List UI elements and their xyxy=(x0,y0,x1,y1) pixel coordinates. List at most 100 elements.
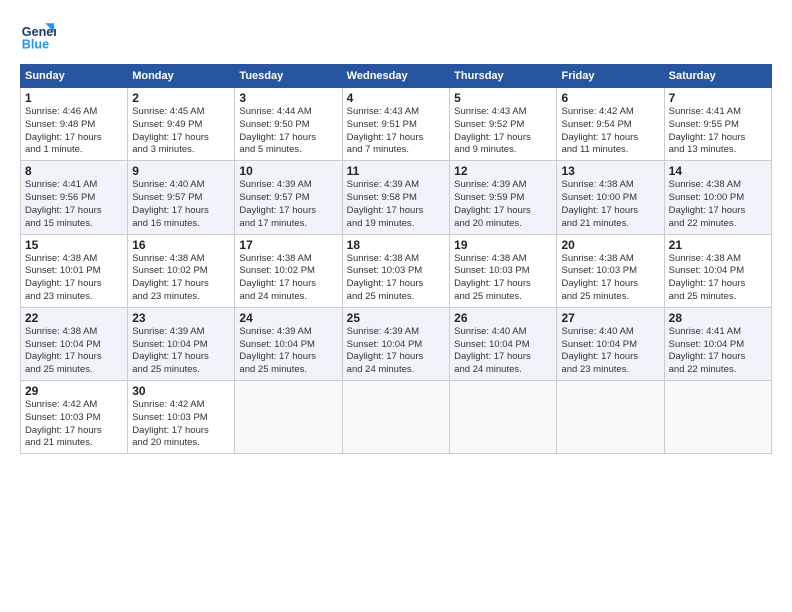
day-cell: 28Sunrise: 4:41 AMSunset: 10:04 PMDaylig… xyxy=(664,307,771,380)
day-number: 16 xyxy=(132,238,230,252)
day-cell: 30Sunrise: 4:42 AMSunset: 10:03 PMDaylig… xyxy=(128,381,235,454)
day-number: 18 xyxy=(347,238,445,252)
day-cell xyxy=(450,381,557,454)
day-info: Sunrise: 4:38 AMSunset: 10:01 PMDaylight… xyxy=(25,253,123,304)
day-cell: 16Sunrise: 4:38 AMSunset: 10:02 PMDaylig… xyxy=(128,234,235,307)
day-number: 27 xyxy=(561,311,659,325)
day-number: 12 xyxy=(454,164,552,178)
day-info: Sunrise: 4:39 AMSunset: 9:58 PMDaylight:… xyxy=(347,179,445,230)
day-info: Sunrise: 4:38 AMSunset: 10:02 PMDaylight… xyxy=(239,253,337,304)
week-row-2: 8Sunrise: 4:41 AMSunset: 9:56 PMDaylight… xyxy=(21,161,772,234)
day-cell: 11Sunrise: 4:39 AMSunset: 9:58 PMDayligh… xyxy=(342,161,449,234)
day-info: Sunrise: 4:43 AMSunset: 9:51 PMDaylight:… xyxy=(347,106,445,157)
day-cell: 4Sunrise: 4:43 AMSunset: 9:51 PMDaylight… xyxy=(342,88,449,161)
day-info: Sunrise: 4:41 AMSunset: 9:55 PMDaylight:… xyxy=(669,106,767,157)
calendar-table: SundayMondayTuesdayWednesdayThursdayFrid… xyxy=(20,64,772,454)
day-cell xyxy=(557,381,664,454)
day-info: Sunrise: 4:38 AMSunset: 10:03 PMDaylight… xyxy=(347,253,445,304)
day-info: Sunrise: 4:42 AMSunset: 10:03 PMDaylight… xyxy=(25,399,123,450)
day-number: 25 xyxy=(347,311,445,325)
day-info: Sunrise: 4:44 AMSunset: 9:50 PMDaylight:… xyxy=(239,106,337,157)
day-number: 5 xyxy=(454,91,552,105)
col-header-monday: Monday xyxy=(128,65,235,88)
day-number: 26 xyxy=(454,311,552,325)
page: General Blue SundayMondayTuesdayWednesda… xyxy=(0,0,792,612)
day-number: 1 xyxy=(25,91,123,105)
day-number: 21 xyxy=(669,238,767,252)
day-cell: 14Sunrise: 4:38 AMSunset: 10:00 PMDaylig… xyxy=(664,161,771,234)
day-number: 14 xyxy=(669,164,767,178)
day-info: Sunrise: 4:39 AMSunset: 10:04 PMDaylight… xyxy=(239,326,337,377)
week-row-5: 29Sunrise: 4:42 AMSunset: 10:03 PMDaylig… xyxy=(21,381,772,454)
day-cell xyxy=(664,381,771,454)
day-number: 4 xyxy=(347,91,445,105)
day-number: 13 xyxy=(561,164,659,178)
col-header-friday: Friday xyxy=(557,65,664,88)
day-info: Sunrise: 4:39 AMSunset: 10:04 PMDaylight… xyxy=(132,326,230,377)
day-cell: 9Sunrise: 4:40 AMSunset: 9:57 PMDaylight… xyxy=(128,161,235,234)
day-info: Sunrise: 4:38 AMSunset: 10:00 PMDaylight… xyxy=(561,179,659,230)
day-info: Sunrise: 4:41 AMSunset: 9:56 PMDaylight:… xyxy=(25,179,123,230)
day-number: 19 xyxy=(454,238,552,252)
day-info: Sunrise: 4:38 AMSunset: 10:03 PMDaylight… xyxy=(454,253,552,304)
day-cell: 6Sunrise: 4:42 AMSunset: 9:54 PMDaylight… xyxy=(557,88,664,161)
day-cell: 13Sunrise: 4:38 AMSunset: 10:00 PMDaylig… xyxy=(557,161,664,234)
week-row-3: 15Sunrise: 4:38 AMSunset: 10:01 PMDaylig… xyxy=(21,234,772,307)
week-row-4: 22Sunrise: 4:38 AMSunset: 10:04 PMDaylig… xyxy=(21,307,772,380)
day-cell: 3Sunrise: 4:44 AMSunset: 9:50 PMDaylight… xyxy=(235,88,342,161)
day-cell: 29Sunrise: 4:42 AMSunset: 10:03 PMDaylig… xyxy=(21,381,128,454)
day-info: Sunrise: 4:40 AMSunset: 9:57 PMDaylight:… xyxy=(132,179,230,230)
day-info: Sunrise: 4:42 AMSunset: 10:03 PMDaylight… xyxy=(132,399,230,450)
col-header-saturday: Saturday xyxy=(664,65,771,88)
day-info: Sunrise: 4:40 AMSunset: 10:04 PMDaylight… xyxy=(561,326,659,377)
day-info: Sunrise: 4:39 AMSunset: 9:59 PMDaylight:… xyxy=(454,179,552,230)
col-header-wednesday: Wednesday xyxy=(342,65,449,88)
day-number: 22 xyxy=(25,311,123,325)
col-header-thursday: Thursday xyxy=(450,65,557,88)
day-number: 3 xyxy=(239,91,337,105)
day-cell: 21Sunrise: 4:38 AMSunset: 10:04 PMDaylig… xyxy=(664,234,771,307)
logo: General Blue xyxy=(20,16,60,52)
day-info: Sunrise: 4:38 AMSunset: 10:00 PMDaylight… xyxy=(669,179,767,230)
svg-text:Blue: Blue xyxy=(22,37,49,51)
day-info: Sunrise: 4:39 AMSunset: 9:57 PMDaylight:… xyxy=(239,179,337,230)
day-cell: 27Sunrise: 4:40 AMSunset: 10:04 PMDaylig… xyxy=(557,307,664,380)
day-info: Sunrise: 4:43 AMSunset: 9:52 PMDaylight:… xyxy=(454,106,552,157)
day-info: Sunrise: 4:45 AMSunset: 9:49 PMDaylight:… xyxy=(132,106,230,157)
day-cell: 24Sunrise: 4:39 AMSunset: 10:04 PMDaylig… xyxy=(235,307,342,380)
day-number: 29 xyxy=(25,384,123,398)
header: General Blue xyxy=(20,16,772,52)
day-cell: 5Sunrise: 4:43 AMSunset: 9:52 PMDaylight… xyxy=(450,88,557,161)
day-info: Sunrise: 4:42 AMSunset: 9:54 PMDaylight:… xyxy=(561,106,659,157)
day-number: 28 xyxy=(669,311,767,325)
day-cell: 25Sunrise: 4:39 AMSunset: 10:04 PMDaylig… xyxy=(342,307,449,380)
day-cell: 19Sunrise: 4:38 AMSunset: 10:03 PMDaylig… xyxy=(450,234,557,307)
day-number: 6 xyxy=(561,91,659,105)
day-number: 23 xyxy=(132,311,230,325)
day-number: 30 xyxy=(132,384,230,398)
day-cell: 20Sunrise: 4:38 AMSunset: 10:03 PMDaylig… xyxy=(557,234,664,307)
day-cell: 1Sunrise: 4:46 AMSunset: 9:48 PMDaylight… xyxy=(21,88,128,161)
day-cell: 22Sunrise: 4:38 AMSunset: 10:04 PMDaylig… xyxy=(21,307,128,380)
col-header-tuesday: Tuesday xyxy=(235,65,342,88)
day-info: Sunrise: 4:40 AMSunset: 10:04 PMDaylight… xyxy=(454,326,552,377)
header-row: SundayMondayTuesdayWednesdayThursdayFrid… xyxy=(21,65,772,88)
day-info: Sunrise: 4:38 AMSunset: 10:04 PMDaylight… xyxy=(25,326,123,377)
day-info: Sunrise: 4:38 AMSunset: 10:03 PMDaylight… xyxy=(561,253,659,304)
week-row-1: 1Sunrise: 4:46 AMSunset: 9:48 PMDaylight… xyxy=(21,88,772,161)
day-cell: 18Sunrise: 4:38 AMSunset: 10:03 PMDaylig… xyxy=(342,234,449,307)
day-number: 2 xyxy=(132,91,230,105)
day-number: 7 xyxy=(669,91,767,105)
day-cell xyxy=(235,381,342,454)
day-cell: 23Sunrise: 4:39 AMSunset: 10:04 PMDaylig… xyxy=(128,307,235,380)
day-cell: 26Sunrise: 4:40 AMSunset: 10:04 PMDaylig… xyxy=(450,307,557,380)
day-number: 10 xyxy=(239,164,337,178)
logo-icon: General Blue xyxy=(20,16,56,52)
day-number: 17 xyxy=(239,238,337,252)
day-cell: 7Sunrise: 4:41 AMSunset: 9:55 PMDaylight… xyxy=(664,88,771,161)
day-number: 8 xyxy=(25,164,123,178)
col-header-sunday: Sunday xyxy=(21,65,128,88)
day-cell: 12Sunrise: 4:39 AMSunset: 9:59 PMDayligh… xyxy=(450,161,557,234)
day-info: Sunrise: 4:41 AMSunset: 10:04 PMDaylight… xyxy=(669,326,767,377)
day-cell xyxy=(342,381,449,454)
